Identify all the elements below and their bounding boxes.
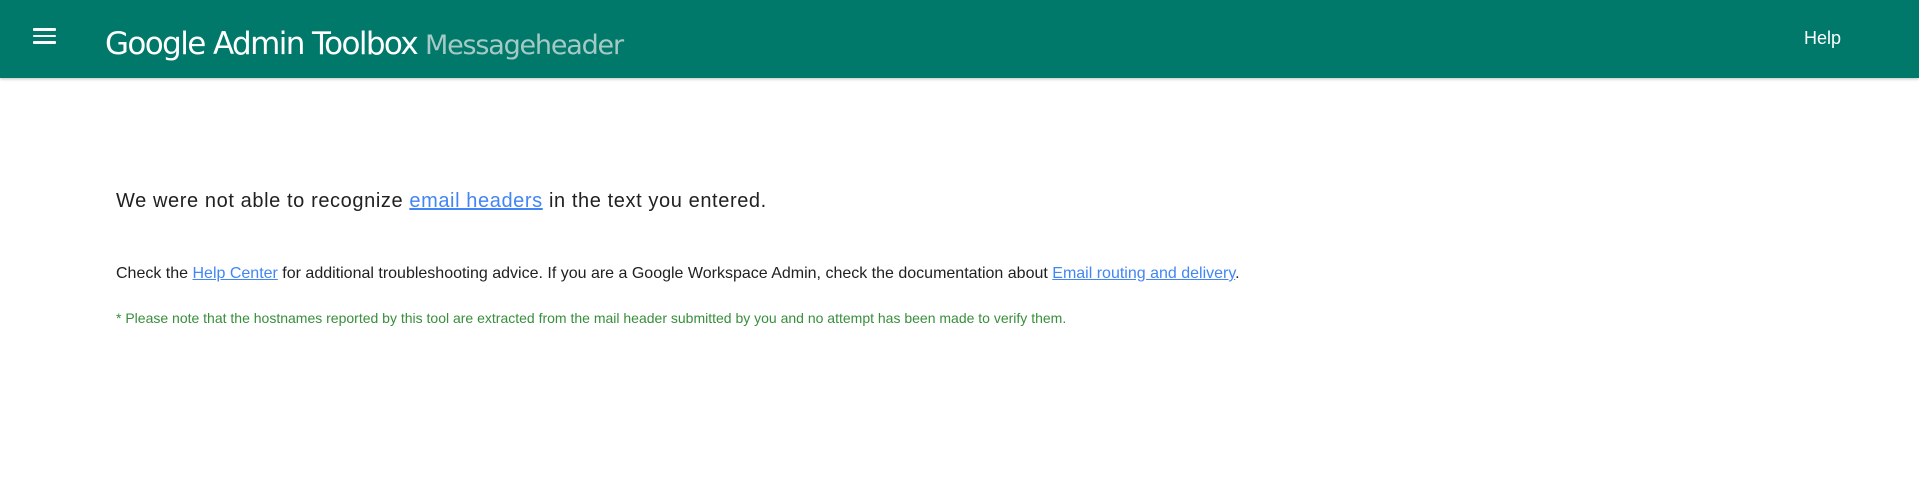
menu-icon-bar: [33, 34, 56, 38]
help-center-link[interactable]: Help Center: [192, 265, 277, 282]
top-app-bar: Google Admin Toolbox Messageheader Help: [0, 0, 1919, 78]
error-headline: We were not able to recognize email head…: [116, 188, 767, 214]
verification-note: * Please note that the hostnames reporte…: [116, 310, 1067, 326]
troubleshooting-advice: Check the Help Center for additional tro…: [116, 263, 1240, 285]
app-title: Google Admin Toolbox: [105, 26, 419, 62]
menu-icon-bar: [33, 41, 56, 44]
headline-text-before: We were not able to recognize: [116, 190, 410, 212]
advice-text-middle: for additional troubleshooting advice. I…: [277, 265, 1053, 282]
help-link[interactable]: Help: [1804, 27, 1841, 49]
email-headers-link[interactable]: email headers: [409, 190, 542, 212]
tool-name: Messageheader: [425, 30, 624, 61]
headline-text-after: in the text you entered.: [542, 190, 767, 212]
menu-icon-bar: [33, 28, 56, 31]
advice-text-before: Check the: [116, 265, 193, 282]
email-routing-link[interactable]: Email routing and delivery: [1052, 265, 1235, 282]
advice-text-after: .: [1235, 265, 1240, 282]
hamburger-menu-icon[interactable]: [31, 25, 58, 47]
